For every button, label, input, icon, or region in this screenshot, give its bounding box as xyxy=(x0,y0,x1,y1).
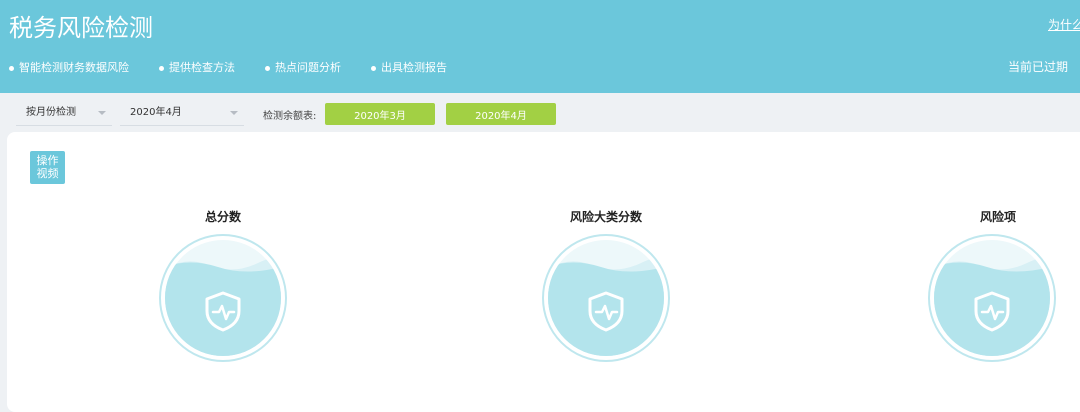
operation-video-button[interactable]: 操作 视频 xyxy=(30,151,65,184)
header-bar: 税务风险检测 为什么 智能检测财务数据风险 提供检查方法 热点问题分析 出具检测… xyxy=(0,0,1080,93)
bullet-icon xyxy=(265,65,270,71)
month-select-value: 2020年4月 xyxy=(130,107,182,118)
metric-title-total-score: 总分数 xyxy=(204,210,241,224)
mode-select[interactable]: 按月份检测 xyxy=(16,101,112,126)
risk-items-gauge xyxy=(928,234,1056,362)
page-title: 税务风险检测 xyxy=(9,14,153,42)
chevron-down-icon xyxy=(230,111,238,115)
feature-item: 提供检查方法 xyxy=(159,59,235,77)
video-tag-line: 操作 xyxy=(36,154,59,167)
bullet-icon xyxy=(9,65,14,71)
metric-title-risk-items: 风险项 xyxy=(979,210,1016,224)
video-tag-line: 视频 xyxy=(36,167,59,180)
feature-label: 提供检查方法 xyxy=(169,61,235,74)
total-score-gauge xyxy=(159,234,287,362)
balance-sheet-label: 检测余额表: xyxy=(263,111,317,122)
feature-item: 出具检测报告 xyxy=(371,59,447,77)
bullet-icon xyxy=(371,65,376,71)
feature-item: 热点问题分析 xyxy=(265,59,341,77)
why-link[interactable]: 为什么 xyxy=(1048,16,1080,33)
metric-title-category-score: 风险大类分数 xyxy=(569,210,642,224)
feature-label: 热点问题分析 xyxy=(275,61,341,74)
feature-label: 智能检测财务数据风险 xyxy=(19,61,129,74)
category-score-gauge xyxy=(542,234,670,362)
month-select[interactable]: 2020年4月 xyxy=(120,101,244,126)
status-text: 当前已过期 xyxy=(1007,60,1068,74)
bullet-icon xyxy=(159,65,164,71)
chevron-down-icon xyxy=(98,111,106,115)
feature-label: 出具检测报告 xyxy=(381,61,447,74)
feature-list: 智能检测财务数据风险 提供检查方法 热点问题分析 出具检测报告 xyxy=(9,59,447,77)
mode-select-value: 按月份检测 xyxy=(26,107,76,118)
month-button-march[interactable]: 2020年3月 xyxy=(325,103,435,125)
month-button-april[interactable]: 2020年4月 xyxy=(446,103,556,125)
feature-item: 智能检测财务数据风险 xyxy=(9,59,129,77)
